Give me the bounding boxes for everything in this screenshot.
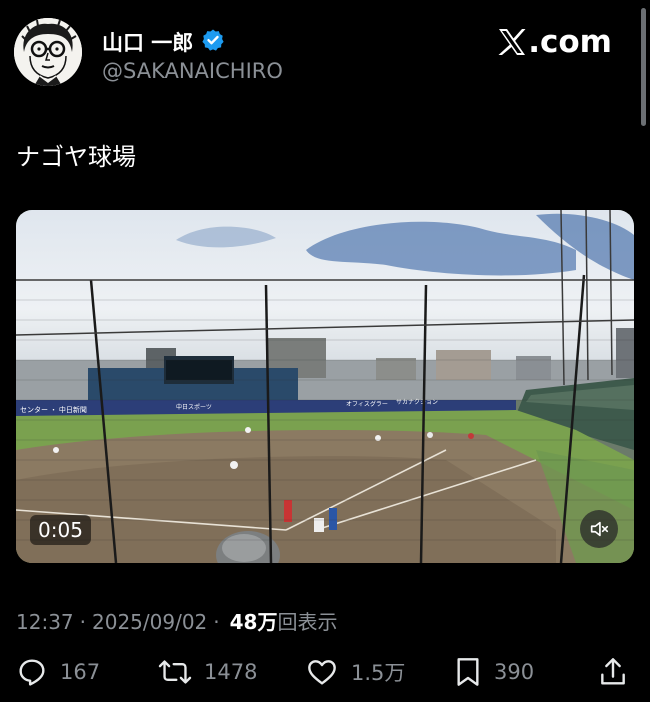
action-bar: 167 1478 1.5万 390	[16, 656, 634, 696]
avatar-illustration	[14, 18, 82, 86]
speaker-muted-icon	[590, 521, 609, 537]
share-button[interactable]	[598, 656, 628, 688]
meta-separator: ·	[79, 610, 86, 634]
author-name-row[interactable]: 山口 一郎	[102, 28, 225, 56]
bookmark-count: 390	[494, 660, 535, 684]
mute-button[interactable]	[580, 510, 618, 548]
video-player[interactable]: センター ・ 中日新聞 中日スポーツ オフィスグラー サカナクション 0:05	[16, 210, 634, 563]
tweet-meta: 12:37 · 2025/09/02 · 48万 回表示	[16, 606, 337, 635]
like-count: 1.5万	[351, 661, 406, 685]
verified-badge-icon	[201, 28, 225, 56]
tweet-text: ナゴヤ球場	[16, 143, 136, 171]
tweet-date[interactable]: 2025/09/02	[92, 610, 207, 634]
bookmark-button[interactable]: 390	[454, 656, 534, 688]
like-button[interactable]: 1.5万	[305, 656, 405, 688]
x-logo-icon	[498, 29, 526, 55]
video-duration: 0:05	[30, 515, 91, 545]
x-logo-text: .com	[528, 24, 612, 60]
repost-button[interactable]: 1478	[158, 656, 257, 688]
wall-sign-left: センター ・ 中日新聞	[20, 405, 87, 414]
author-display-name[interactable]: 山口 一郎	[102, 27, 193, 57]
reply-button[interactable]: 167	[16, 656, 100, 688]
avatar[interactable]	[14, 18, 82, 86]
wall-sign-1: 中日スポーツ	[176, 403, 212, 411]
repost-icon	[158, 660, 192, 684]
bookmark-icon	[457, 658, 479, 686]
video-frame: センター ・ 中日新聞 中日スポーツ オフィスグラー サカナクション	[16, 210, 634, 563]
meta-separator-2: ·	[213, 610, 220, 634]
scrollbar[interactable]	[641, 8, 646, 126]
view-count: 48万	[229, 610, 278, 634]
heart-icon	[308, 660, 336, 685]
repost-count: 1478	[204, 660, 258, 684]
reply-icon	[19, 659, 45, 686]
share-icon	[601, 658, 625, 685]
x-logo[interactable]: .com	[497, 24, 612, 60]
reply-count: 167	[60, 660, 101, 684]
tweet-time[interactable]: 12:37	[16, 610, 74, 634]
wall-sign-2: オフィスグラー	[346, 400, 388, 408]
author-handle[interactable]: @SAKANAICHIRO	[102, 59, 283, 83]
view-count-suffix: 回表示	[277, 610, 338, 634]
